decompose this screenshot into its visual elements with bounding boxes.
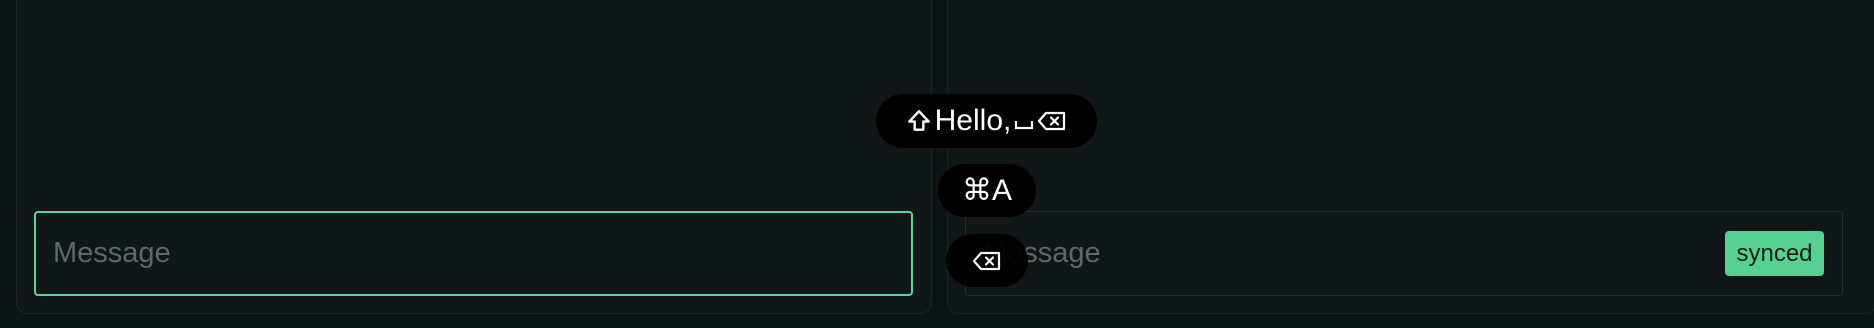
space-icon [1014, 108, 1034, 134]
shift-icon [906, 108, 932, 134]
keystroke-pill-select-all: ⌘A [938, 164, 1036, 217]
keystroke-pill-delete [946, 234, 1028, 287]
keystroke-pill-typing: Hello, [876, 94, 1097, 148]
backspace-icon [972, 248, 1002, 274]
keystroke-text: ⌘A [961, 174, 1012, 207]
typed-text: Hello, [934, 104, 1012, 137]
synced-status-badge: synced [1725, 231, 1824, 276]
app-stage: synced Hello, ⌘A [0, 0, 1874, 328]
right-message-input[interactable] [965, 211, 1843, 296]
left-message-input[interactable] [34, 211, 913, 296]
backspace-icon [1037, 108, 1067, 134]
